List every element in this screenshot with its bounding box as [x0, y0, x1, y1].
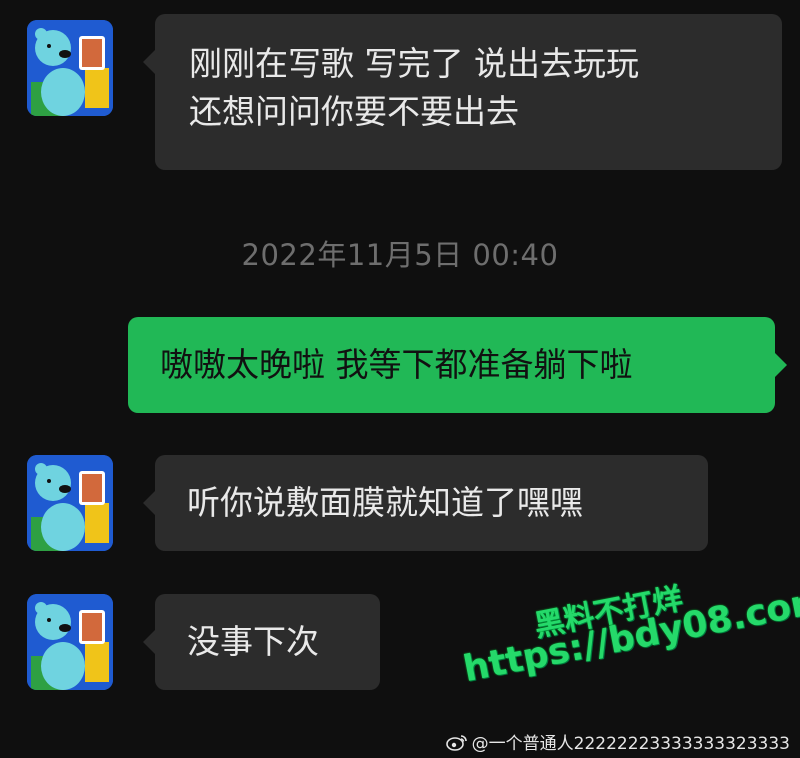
contact-avatar[interactable] — [27, 455, 113, 551]
incoming-message[interactable]: 刚刚在写歌 写完了 说出去玩玩 还想问问你要不要出去 — [143, 14, 782, 170]
incoming-message[interactable]: 听你说敷面膜就知道了嘿嘿 — [143, 455, 708, 551]
weibo-icon — [445, 734, 467, 751]
message-text-line: 刚刚在写歌 写完了 说出去玩玩 — [189, 44, 639, 83]
message-text: 听你说敷面膜就知道了嘿嘿 — [187, 483, 583, 522]
message-text-line: 还想问问你要不要出去 — [189, 92, 519, 131]
contact-avatar[interactable] — [27, 20, 113, 116]
message-text: 没事下次 — [187, 622, 319, 661]
attribution-text: @一个普通人22222223333333323333 — [471, 734, 790, 754]
outgoing-message[interactable]: 嗷嗷太晚啦 我等下都准备躺下啦 — [128, 317, 787, 413]
bear-avatar-icon — [27, 594, 113, 690]
incoming-message[interactable]: 没事下次 — [143, 594, 380, 690]
bear-avatar-icon — [27, 20, 113, 116]
bear-avatar-icon — [27, 455, 113, 551]
message-timestamp: 2022年11月5日 00:40 — [241, 238, 559, 272]
message-text: 嗷嗷太晚啦 我等下都准备躺下啦 — [160, 345, 633, 384]
contact-avatar[interactable] — [27, 594, 113, 690]
source-attribution: @一个普通人22222223333333323333 — [445, 729, 790, 754]
